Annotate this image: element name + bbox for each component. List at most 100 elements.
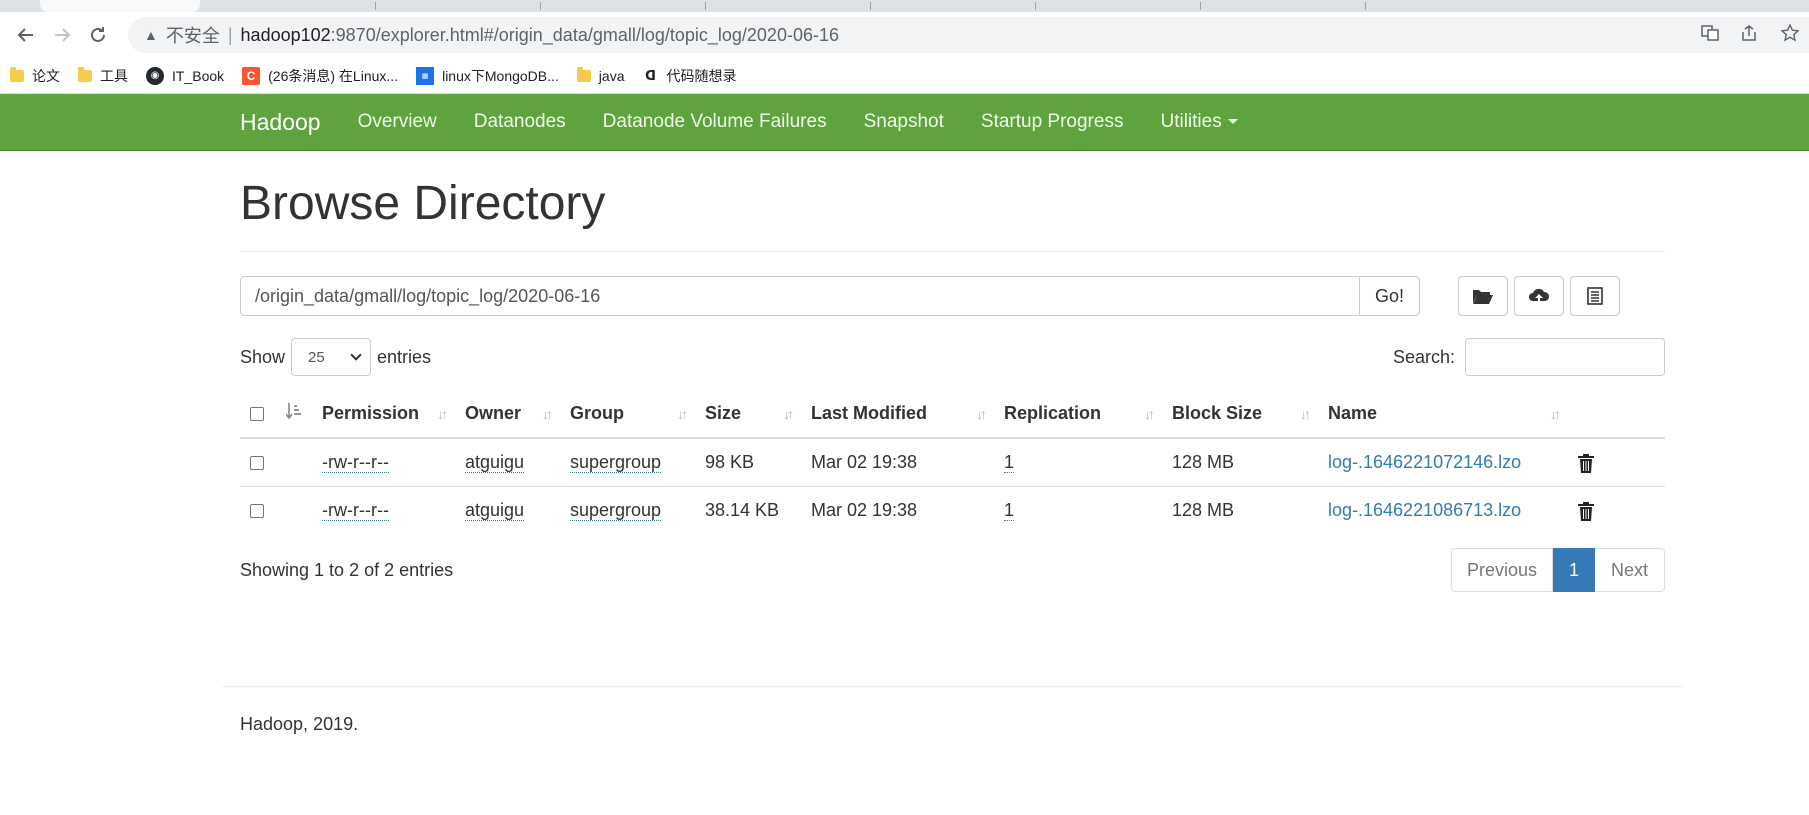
- bookmark-item[interactable]: ᗡ 代码随想录: [642, 66, 736, 86]
- browser-tabstrip: [0, 0, 1809, 12]
- trash-icon[interactable]: [1578, 501, 1594, 521]
- url-bar[interactable]: ▲ 不安全 | hadoop102:9870/explorer.html#/or…: [128, 17, 1809, 53]
- share-icon[interactable]: [1741, 24, 1759, 47]
- bookmark-item[interactable]: ▦ linux下MongoDB...: [416, 66, 559, 86]
- directory-input[interactable]: /origin_data/gmall/log/topic_log/2020-06…: [240, 276, 1360, 316]
- url-host: hadoop102: [240, 24, 331, 45]
- bookmark-label: linux下MongoDB...: [442, 67, 559, 84]
- file-name-link[interactable]: log-.1646221086713.lzo: [1328, 500, 1521, 520]
- previous-page-button[interactable]: Previous: [1451, 548, 1553, 592]
- browser-toolbar: ▲ 不安全 | hadoop102:9870/explorer.html#/or…: [0, 12, 1809, 58]
- col-owner[interactable]: Owner ↓↑: [455, 390, 560, 439]
- bookmark-item[interactable]: 工具: [78, 66, 128, 86]
- bookmark-item[interactable]: ◉ IT_Book: [146, 66, 225, 85]
- reload-icon[interactable]: [80, 17, 116, 53]
- col-last-modified[interactable]: Last Modified ↓↑: [801, 390, 994, 439]
- select-all-checkbox[interactable]: [250, 407, 264, 422]
- col-last-modified-label: Last Modified: [811, 403, 927, 423]
- actions-cell: [1568, 437, 1665, 486]
- bookmark-star-icon[interactable]: [1780, 22, 1800, 47]
- back-arrow-icon[interactable]: [8, 17, 44, 53]
- translate-icon[interactable]: [1701, 24, 1719, 47]
- search-input[interactable]: [1465, 338, 1665, 376]
- entries-select[interactable]: 25: [291, 338, 372, 376]
- col-name[interactable]: Name ↓↑: [1318, 390, 1568, 439]
- next-page-button[interactable]: Next: [1595, 548, 1665, 592]
- bookmark-label: 代码随想录: [666, 67, 737, 84]
- entries-select-value: 25: [308, 348, 325, 366]
- row-checkbox[interactable]: [250, 504, 264, 518]
- row-spacer-cell: [276, 437, 312, 486]
- tab-separator: [1035, 2, 1036, 10]
- block-size-cell: 128 MB: [1162, 437, 1318, 486]
- create-directory-button[interactable]: [1458, 276, 1508, 316]
- showing-info: Showing 1 to 2 of 2 entries: [240, 559, 454, 580]
- replication-cell: 1: [994, 485, 1162, 534]
- replication-cell: 1: [994, 437, 1162, 486]
- col-block-size[interactable]: Block Size ↓↑: [1162, 390, 1318, 439]
- trash-icon[interactable]: [1578, 453, 1594, 473]
- pagination: Previous 1 Next: [1451, 548, 1665, 592]
- col-size[interactable]: Size ↓↑: [695, 390, 801, 439]
- bookmark-label: java: [598, 67, 625, 84]
- bookmark-item[interactable]: C (26条消息) 在Linux...: [242, 66, 398, 86]
- tab-separator: [375, 2, 376, 10]
- file-table: Permission ↓↑ Owner ↓↑ Group ↓↑ Size ↓↑ Last…: [240, 390, 1665, 534]
- col-size-label: Size: [705, 403, 742, 423]
- directory-form: /origin_data/gmall/log/topic_log/2020-06…: [240, 276, 1665, 316]
- bookmark-label: IT_Book: [172, 67, 225, 84]
- group-cell: supergroup: [560, 437, 695, 486]
- folder-icon: [10, 66, 24, 82]
- permission-cell: -rw-r--r--: [312, 485, 455, 534]
- replication-link[interactable]: 1: [1004, 499, 1015, 521]
- nav-datanodes[interactable]: Datanodes: [474, 111, 566, 133]
- folder-open-icon: [1473, 290, 1493, 304]
- table-row: -rw-r--r-- atguigu supergroup 38.14 KB M…: [240, 485, 1665, 534]
- file-name-link[interactable]: log-.1646221072146.lzo: [1328, 452, 1521, 472]
- owner-link[interactable]: atguigu: [465, 499, 525, 521]
- row-checkbox[interactable]: [250, 456, 264, 470]
- group-cell: supergroup: [560, 485, 695, 534]
- col-permission[interactable]: Permission ↓↑: [312, 390, 455, 439]
- col-actions: [1568, 390, 1665, 439]
- sort-icon: ↓↑: [1300, 406, 1311, 422]
- go-button[interactable]: Go!: [1360, 276, 1420, 316]
- search-label: Search:: [1392, 346, 1455, 367]
- group-link[interactable]: supergroup: [570, 451, 662, 473]
- entries-label: entries: [377, 346, 432, 367]
- permission-link[interactable]: -rw-r--r--: [322, 451, 389, 473]
- bookmark-label: 工具: [100, 67, 128, 84]
- permission-link[interactable]: -rw-r--r--: [322, 499, 389, 521]
- bookmark-item[interactable]: java: [576, 66, 625, 84]
- group-link[interactable]: supergroup: [570, 499, 662, 521]
- sort-icon: ↓↑: [783, 406, 794, 422]
- col-replication-label: Replication: [1004, 403, 1102, 423]
- nav-overview[interactable]: Overview: [358, 111, 437, 133]
- size-cell: 38.14 KB: [695, 485, 801, 534]
- url-path: :9870/explorer.html#/origin_data/gmall/l…: [330, 24, 839, 45]
- forward-arrow-icon[interactable]: [44, 17, 80, 53]
- sort-icon: ↓↑: [677, 406, 688, 422]
- replication-link[interactable]: 1: [1004, 451, 1015, 473]
- tab-separator: [540, 2, 541, 10]
- header-divider: [240, 251, 1665, 252]
- cut-paste-button[interactable]: [1570, 276, 1620, 316]
- col-group[interactable]: Group ↓↑: [560, 390, 695, 439]
- col-replication[interactable]: Replication ↓↑: [994, 390, 1162, 439]
- tab-separator: [870, 2, 871, 10]
- bookmark-item[interactable]: 论文: [10, 66, 60, 86]
- nav-startup-progress[interactable]: Startup Progress: [981, 111, 1124, 133]
- brand-link[interactable]: Hadoop: [240, 109, 321, 136]
- actions-cell: [1568, 485, 1665, 534]
- cloud-upload-icon: [1529, 288, 1550, 304]
- page-footer: Hadoop, 2019.: [240, 714, 359, 734]
- owner-link[interactable]: atguigu: [465, 451, 525, 473]
- nav-volume-failures[interactable]: Datanode Volume Failures: [603, 111, 827, 133]
- page-1-button[interactable]: 1: [1553, 548, 1595, 592]
- active-tab[interactable]: [40, 0, 200, 12]
- sort-icon-header[interactable]: [276, 390, 312, 439]
- nav-snapshot[interactable]: Snapshot: [864, 111, 944, 133]
- upload-button[interactable]: [1514, 276, 1564, 316]
- footer-divider: [222, 686, 1683, 687]
- nav-utilities[interactable]: Utilities: [1160, 111, 1238, 133]
